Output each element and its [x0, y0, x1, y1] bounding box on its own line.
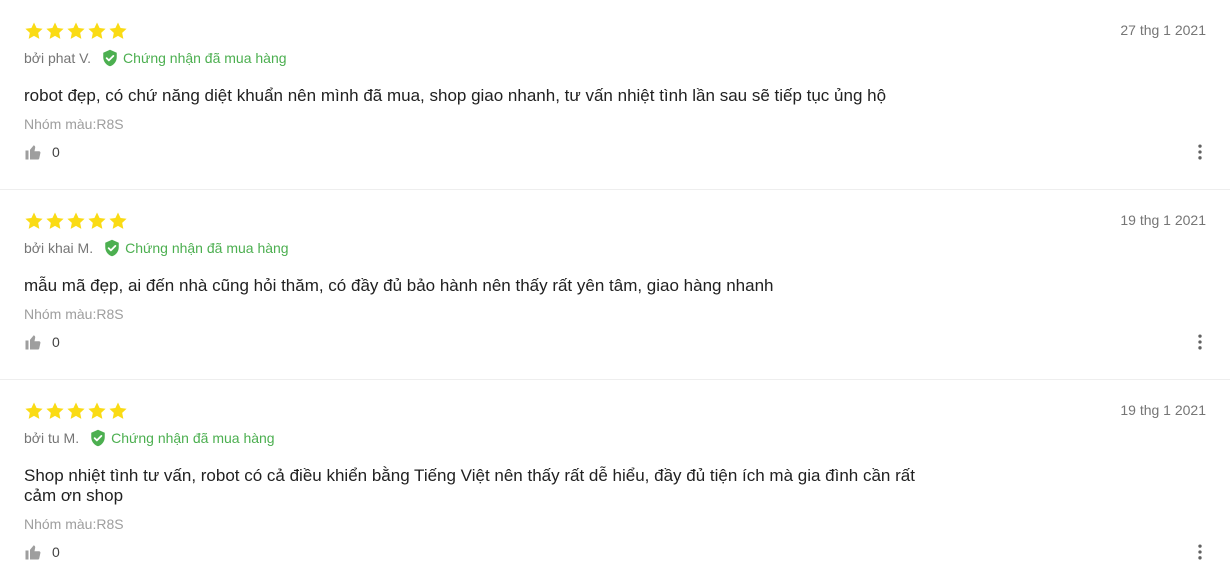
- star-icon: [87, 211, 107, 231]
- star-icon: [66, 211, 86, 231]
- review-date: 19 thg 1 2021: [1120, 402, 1206, 418]
- thumbs-up-icon: [24, 333, 42, 351]
- verified-shield-icon: [89, 429, 107, 447]
- verified-label: Chứng nhận đã mua hàng: [123, 50, 287, 66]
- rating-stars: [24, 400, 1206, 422]
- review-sku: Nhóm màu:R8S: [24, 516, 124, 532]
- star-icon: [45, 21, 65, 41]
- verified-badge: Chứng nhận đã mua hàng: [103, 239, 289, 257]
- review-actions: 0: [24, 332, 1206, 352]
- review-actions: 0: [24, 142, 1206, 162]
- star-icon: [66, 401, 86, 421]
- star-icon: [108, 401, 128, 421]
- rating-stars: [24, 20, 1206, 42]
- verified-label: Chứng nhận đã mua hàng: [111, 430, 275, 446]
- review-sku: Nhóm màu:R8S: [24, 306, 124, 322]
- review-content: mẫu mã đẹp, ai đến nhà cũng hỏi thăm, có…: [24, 276, 774, 295]
- review-item: 27 thg 1 2021 bởi phat V. Chứng nhận đã …: [0, 0, 1230, 190]
- like-button[interactable]: 0: [24, 333, 60, 351]
- rating-stars: [24, 210, 1206, 232]
- review-date: 27 thg 1 2021: [1120, 22, 1206, 38]
- review-meta: bởi phat V. Chứng nhận đã mua hàng: [24, 48, 1206, 68]
- review-author: bởi khai M.: [24, 240, 94, 256]
- review-meta: bởi khai M. Chứng nhận đã mua hàng: [24, 238, 1206, 258]
- more-vertical-icon[interactable]: [1190, 332, 1210, 352]
- like-button[interactable]: 0: [24, 143, 60, 161]
- star-icon: [108, 21, 128, 41]
- star-icon: [87, 401, 107, 421]
- star-icon: [45, 401, 65, 421]
- star-icon: [45, 211, 65, 231]
- thumbs-up-icon: [24, 543, 42, 561]
- review-content: Shop nhiệt tình tư vấn, robot có cả điều…: [24, 466, 915, 505]
- review-meta: bởi tu M. Chứng nhận đã mua hàng: [24, 428, 1206, 448]
- review-date: 19 thg 1 2021: [1120, 212, 1206, 228]
- verified-shield-icon: [101, 49, 119, 67]
- verified-label: Chứng nhận đã mua hàng: [125, 240, 289, 256]
- verified-badge: Chứng nhận đã mua hàng: [101, 49, 287, 67]
- like-count: 0: [52, 334, 60, 350]
- star-icon: [24, 401, 44, 421]
- review-item: 19 thg 1 2021 bởi tu M. Chứng nhận đã mu…: [0, 380, 1230, 570]
- review-author: bởi tu M.: [24, 430, 80, 446]
- review-list: 27 thg 1 2021 bởi phat V. Chứng nhận đã …: [0, 0, 1230, 570]
- more-vertical-icon[interactable]: [1190, 142, 1210, 162]
- star-icon: [87, 21, 107, 41]
- review-item: 19 thg 1 2021 bởi khai M. Chứng nhận đã …: [0, 190, 1230, 380]
- review-actions: 0: [24, 542, 1206, 562]
- star-icon: [66, 21, 86, 41]
- like-count: 0: [52, 544, 60, 560]
- star-icon: [108, 211, 128, 231]
- like-button[interactable]: 0: [24, 543, 60, 561]
- verified-shield-icon: [103, 239, 121, 257]
- like-count: 0: [52, 144, 60, 160]
- star-icon: [24, 21, 44, 41]
- verified-badge: Chứng nhận đã mua hàng: [89, 429, 275, 447]
- review-sku: Nhóm màu:R8S: [24, 116, 124, 132]
- review-author: bởi phat V.: [24, 50, 92, 66]
- review-content: robot đẹp, có chứ năng diệt khuẩn nên mì…: [24, 86, 887, 105]
- star-icon: [24, 211, 44, 231]
- thumbs-up-icon: [24, 143, 42, 161]
- more-vertical-icon[interactable]: [1190, 542, 1210, 562]
